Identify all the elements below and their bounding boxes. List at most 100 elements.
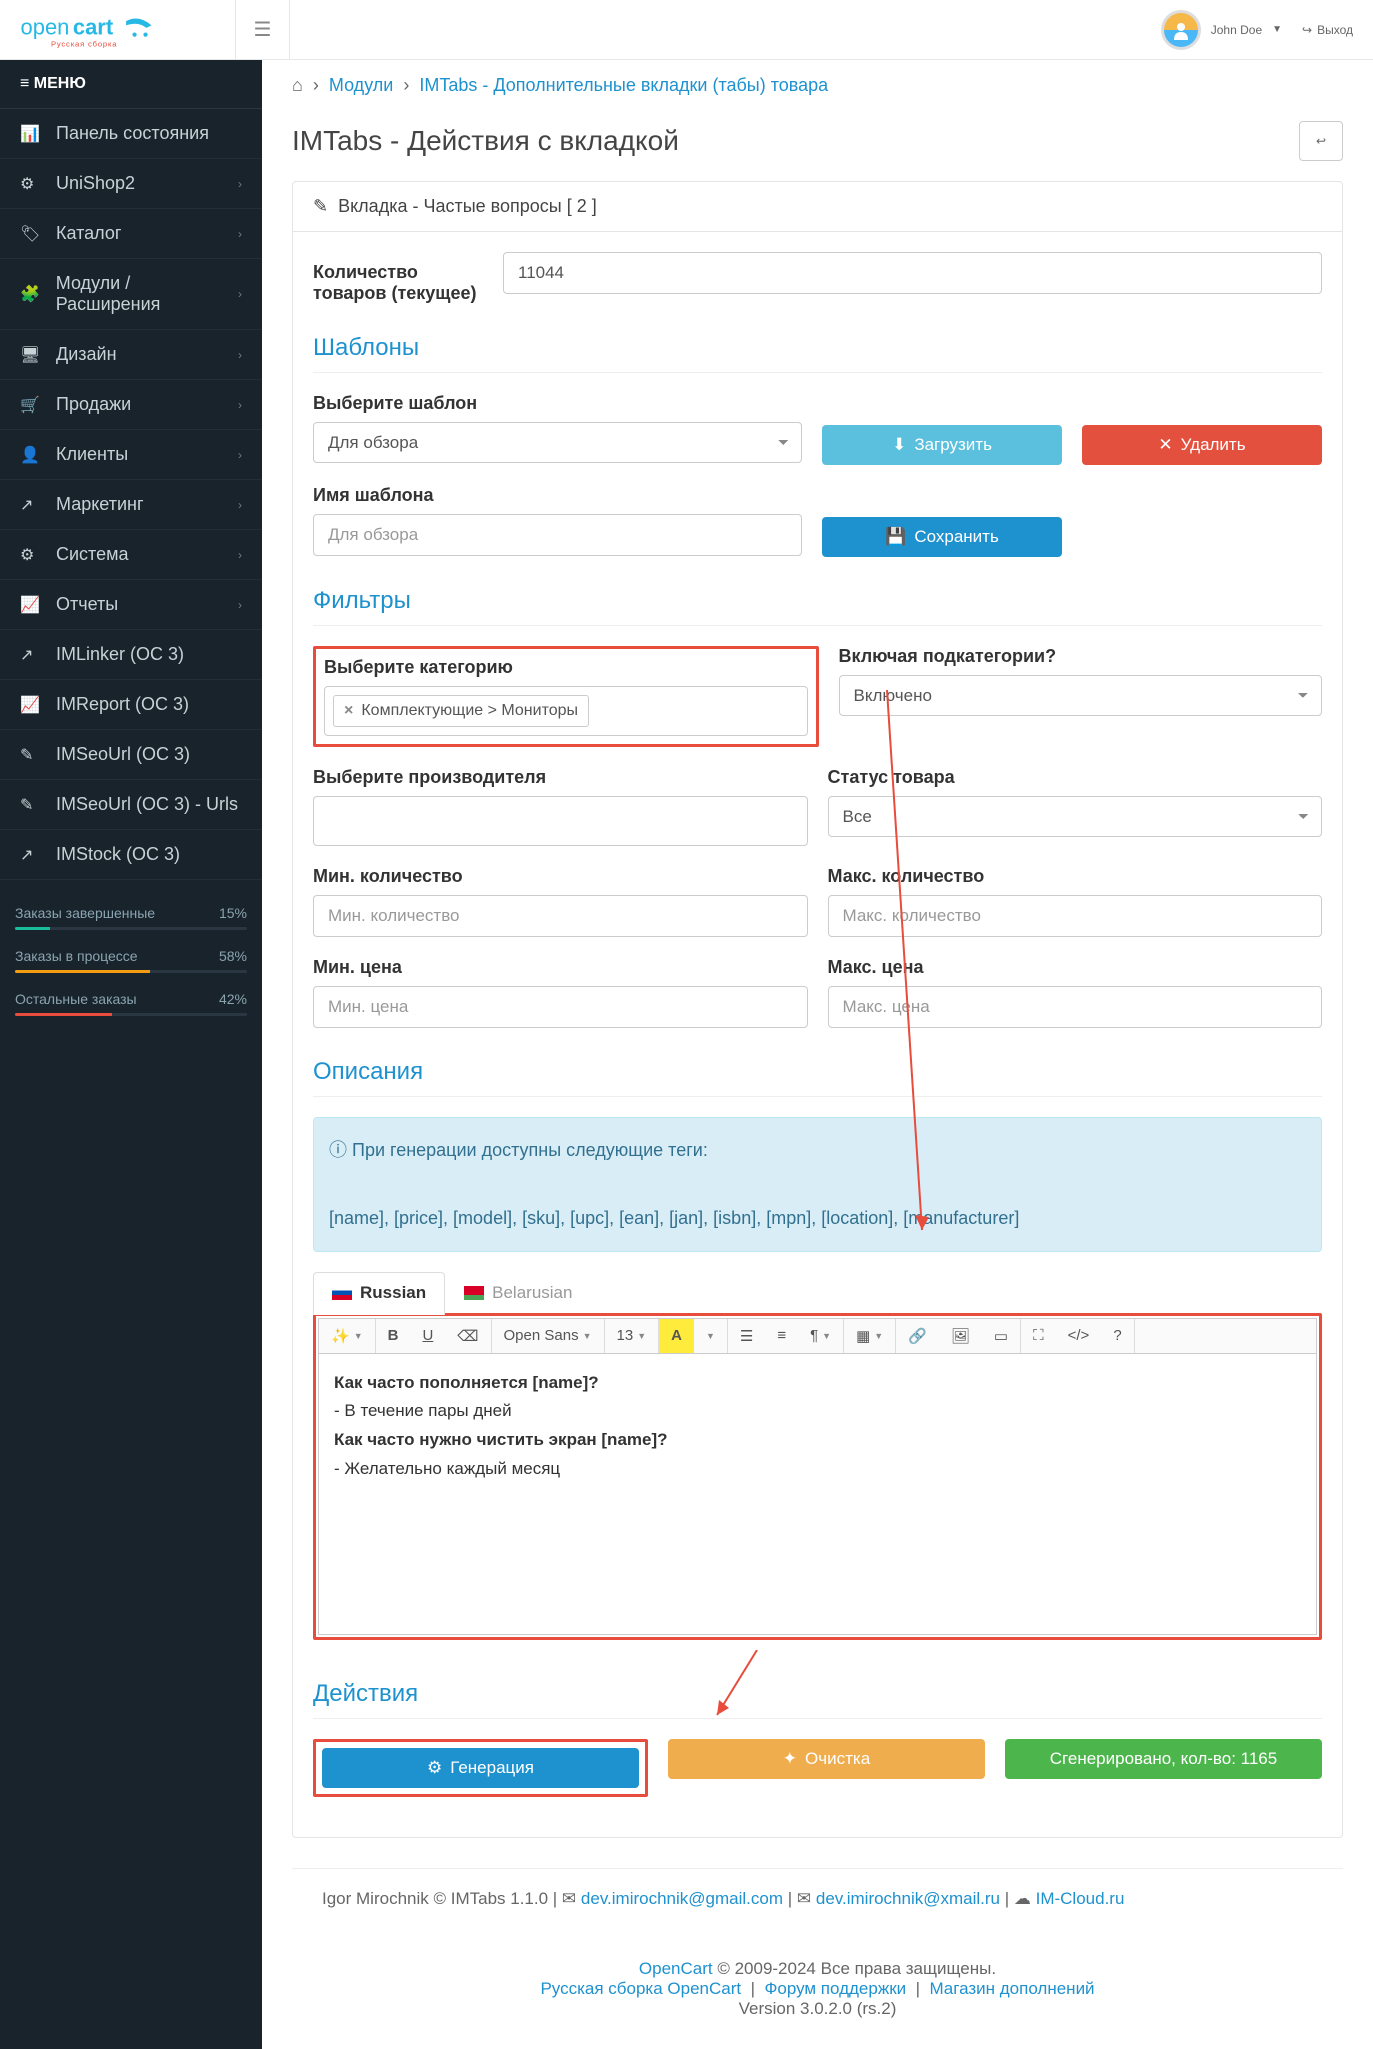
sidebar-label: IMSeoUrl (OC 3) - Urls	[56, 794, 238, 815]
sidebar-item-12[interactable]: ✎ IMSeoUrl (OC 3)	[0, 730, 262, 780]
tab-belarusian[interactable]: Belarusian	[445, 1272, 591, 1314]
footer-link3[interactable]: Магазин дополнений	[929, 1979, 1094, 1998]
tb-font-family-button[interactable]: Open Sans ▼	[492, 1319, 604, 1353]
toggle-menu-button[interactable]: ☰	[235, 0, 290, 60]
tb-bold-button[interactable]: B	[376, 1319, 411, 1353]
sidebar-icon: 📈	[20, 695, 44, 715]
sidebar-icon: 📊	[20, 124, 44, 144]
tb-image-button[interactable]: 🖼	[939, 1319, 982, 1353]
manufacturer-input[interactable]	[313, 796, 808, 846]
sidebar-label: Клиенты	[56, 444, 128, 465]
template-select[interactable]: Для обзора	[313, 422, 802, 463]
template-select-label: Выберите шаблон	[313, 393, 802, 414]
sidebar-label: Продажи	[56, 394, 131, 415]
tb-video-button[interactable]: ▭	[982, 1319, 1020, 1353]
template-name-input[interactable]	[313, 514, 802, 556]
generate-button[interactable]: ⚙ Генерация	[322, 1748, 639, 1788]
sidebar: ≡ МЕНЮ 📊Панель состояния⚙UniShop2›🏷Катал…	[0, 60, 262, 2049]
tb-color-more-button[interactable]: ▼	[694, 1319, 727, 1353]
descriptions-legend: Описания	[313, 1048, 1322, 1097]
tb-underline-button[interactable]: U	[410, 1319, 445, 1353]
sidebar-item-10[interactable]: ↗IMLinker (OC 3)	[0, 630, 262, 680]
product-count-input[interactable]	[503, 252, 1322, 294]
svg-text:cart: cart	[73, 14, 114, 39]
min-qty-input[interactable]	[313, 895, 808, 937]
cleanup-button[interactable]: ✦ Очистка	[668, 1739, 985, 1779]
info-icon: ⓘ	[329, 1140, 347, 1160]
sidebar-label: IMStock (OC 3)	[56, 844, 180, 865]
tb-help-button[interactable]: ?	[1101, 1319, 1133, 1353]
content: ⌂ › Модули › IMTabs - Дополнительные вкл…	[262, 60, 1373, 2049]
status-label: Статус товара	[828, 767, 1323, 788]
editor-content[interactable]: Как часто пополняется [name]? - В течени…	[319, 1354, 1316, 1634]
app-footer: OpenCart © 2009-2024 Все права защищены.…	[262, 1929, 1373, 2049]
breadcrumb-current[interactable]: IMTabs - Дополнительные вкладки (табы) т…	[419, 75, 828, 95]
sidebar-label: IMReport (OC 3)	[56, 694, 189, 715]
delete-template-button[interactable]: ✕ Удалить	[1082, 425, 1322, 465]
min-price-label: Мин. цена	[313, 957, 808, 978]
remove-token-button[interactable]: ×	[344, 702, 353, 720]
sidebar-item-4[interactable]: 🖥Дизайн›	[0, 330, 262, 380]
home-icon[interactable]: ⌂	[292, 75, 303, 95]
user-menu[interactable]: John Doe ▼	[1161, 10, 1282, 50]
footer-email1[interactable]: dev.imirochnik@gmail.com	[581, 1889, 783, 1908]
save-template-button[interactable]: 💾 Сохранить	[822, 517, 1062, 557]
sidebar-item-1[interactable]: ⚙UniShop2›	[0, 159, 262, 209]
status-select[interactable]: Все	[828, 796, 1323, 837]
sidebar-item-13[interactable]: ✎IMSeoUrl (OC 3) - Urls	[0, 780, 262, 830]
opencart-link[interactable]: OpenCart	[639, 1959, 713, 1978]
sidebar-icon: ↗	[20, 495, 44, 515]
tb-table-button[interactable]: ▦▼	[844, 1319, 895, 1353]
footer-site[interactable]: IM-Cloud.ru	[1036, 1889, 1125, 1908]
sidebar-item-2[interactable]: 🏷Каталог›	[0, 209, 262, 259]
chevron-right-icon: ›	[238, 498, 242, 512]
sidebar-label: Модули / Расширения	[56, 273, 238, 315]
sidebar-icon: ↗	[20, 645, 44, 665]
max-price-input[interactable]	[828, 986, 1323, 1028]
tb-para-button[interactable]: ¶▼	[798, 1319, 843, 1353]
logo[interactable]: opencartРусская сборка	[0, 11, 235, 49]
breadcrumb-modules[interactable]: Модули	[329, 75, 393, 95]
load-template-button[interactable]: ⬇ Загрузить	[822, 425, 1062, 465]
manufacturer-label: Выберите производителя	[313, 767, 808, 788]
sidebar-item-6[interactable]: 👤Клиенты›	[0, 430, 262, 480]
category-input[interactable]: × Комплектующие > Мониторы	[324, 686, 808, 736]
min-price-input[interactable]	[313, 986, 808, 1028]
sidebar-icon: ✎	[20, 745, 44, 765]
info-box: ⓘ При генерации доступны следующие теги:…	[313, 1117, 1322, 1252]
tb-color-button[interactable]: A	[659, 1319, 694, 1353]
footer-email2[interactable]: dev.imirochnik@xmail.ru	[816, 1889, 1000, 1908]
sidebar-icon: 🧩	[20, 284, 44, 304]
chevron-right-icon: ›	[238, 598, 242, 612]
logout-button[interactable]: ↪ Выход	[1302, 23, 1353, 37]
back-button[interactable]: ↩	[1299, 121, 1343, 161]
caret-down-icon: ▼	[1272, 24, 1282, 35]
tb-clear-button[interactable]: ⌫	[445, 1319, 490, 1353]
tab-russian[interactable]: Russian	[313, 1272, 445, 1315]
include-sub-select[interactable]: Включено	[839, 675, 1323, 716]
tb-ol-button[interactable]: ≡	[765, 1319, 798, 1353]
sidebar-label: IMSeoUrl (OC 3)	[56, 744, 190, 765]
chevron-right-icon: ›	[238, 287, 242, 301]
tb-code-button[interactable]: </>	[1056, 1319, 1102, 1353]
chevron-right-icon: ›	[238, 227, 242, 241]
sidebar-item-8[interactable]: ⚙Система›	[0, 530, 262, 580]
max-price-label: Макс. цена	[828, 957, 1323, 978]
sidebar-item-3[interactable]: 🧩 Модули / Расширения›	[0, 259, 262, 330]
sidebar-item-11[interactable]: 📈 IMReport (OC 3)	[0, 680, 262, 730]
tb-fullscreen-button[interactable]: ⛶	[1021, 1319, 1056, 1353]
footer-link2[interactable]: Форум поддержки	[764, 1979, 906, 1998]
sidebar-item-9[interactable]: 📈Отчеты›	[0, 580, 262, 630]
tb-font-size-button[interactable]: 13▼	[605, 1319, 659, 1353]
sidebar-item-14[interactable]: ↗IMStock (OC 3)	[0, 830, 262, 880]
tb-magic-button[interactable]: ✨▼	[319, 1319, 375, 1353]
include-sub-label: Включая подкатегории?	[839, 646, 1323, 667]
tb-ul-button[interactable]: ☰	[728, 1319, 765, 1353]
tb-link-button[interactable]: 🔗	[896, 1319, 939, 1353]
editor-toolbar: ✨▼ B U ⌫ Open Sans ▼ 13▼ A	[319, 1319, 1316, 1354]
footer-link1[interactable]: Русская сборка OpenCart	[540, 1979, 741, 1998]
max-qty-input[interactable]	[828, 895, 1323, 937]
sidebar-item-7[interactable]: ↗Маркетинг›	[0, 480, 262, 530]
sidebar-item-0[interactable]: 📊Панель состояния	[0, 109, 262, 159]
sidebar-item-5[interactable]: 🛒Продажи›	[0, 380, 262, 430]
